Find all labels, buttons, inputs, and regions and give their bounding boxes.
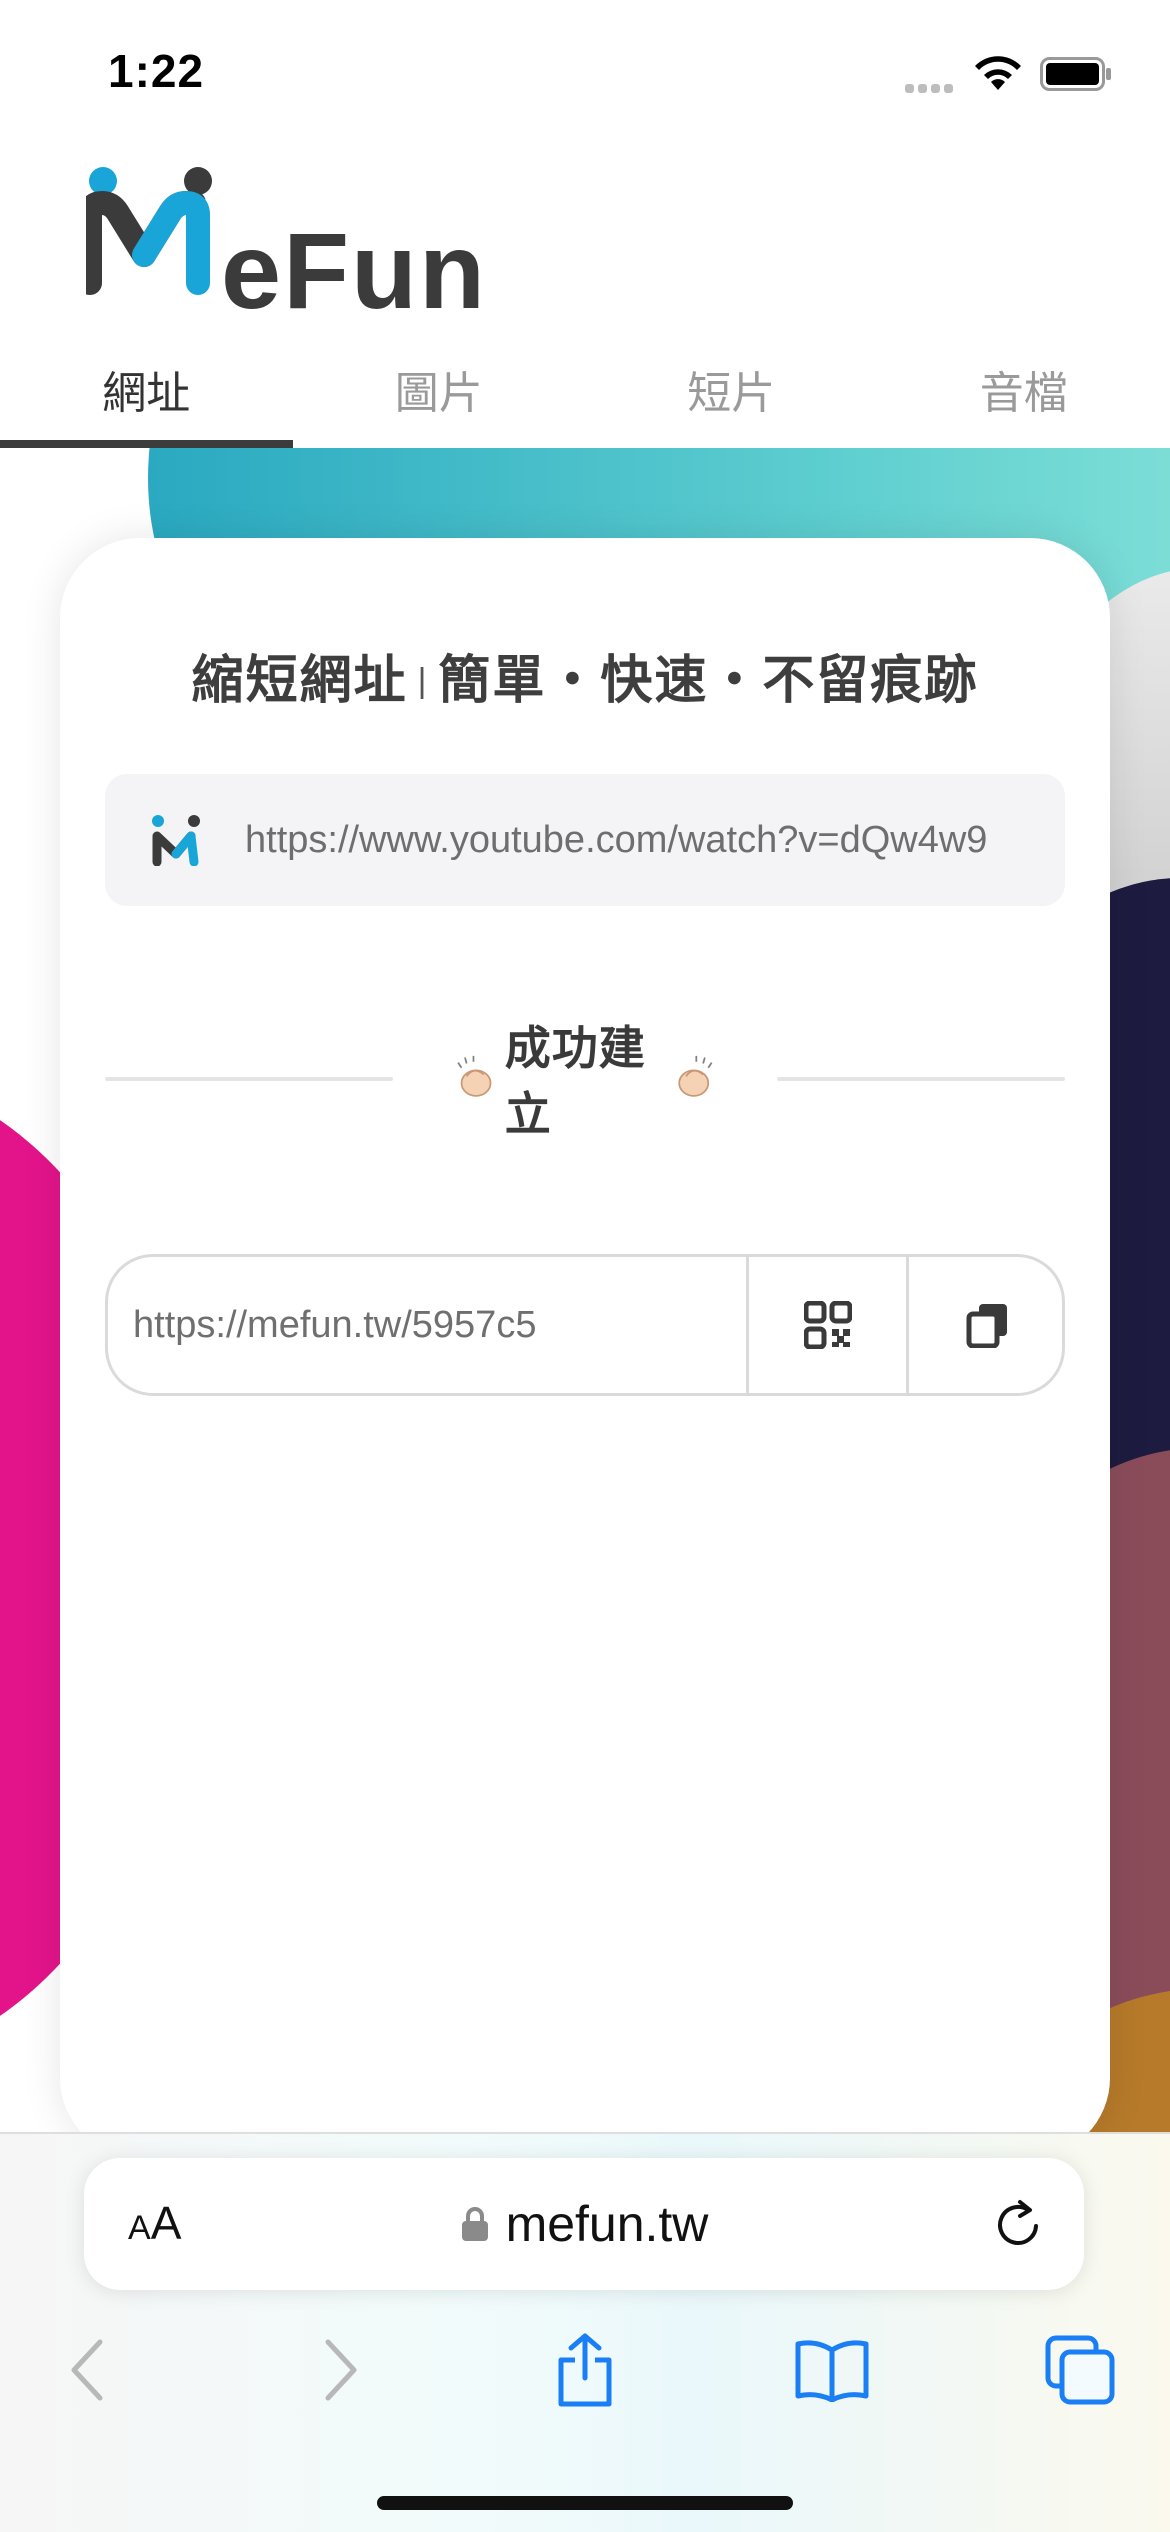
- address-bar[interactable]: AA mefun.tw: [84, 2158, 1084, 2290]
- divider-line-left: [105, 1077, 393, 1081]
- cellular-signal-icon: [905, 80, 959, 93]
- clapping-hands-icon: [678, 1055, 713, 1097]
- divider-line-right: [777, 1077, 1065, 1081]
- qr-code-icon: [803, 1301, 852, 1349]
- domain-text: mefun.tw: [505, 2196, 709, 2252]
- forward-button[interactable]: [290, 2320, 390, 2420]
- success-divider: 成功建立: [105, 1022, 1065, 1140]
- success-label: 成功建立: [504, 1022, 646, 1140]
- bookmarks-icon: [795, 2340, 869, 2402]
- tab-audio[interactable]: 音檔: [878, 330, 1170, 448]
- tabs-button[interactable]: [1030, 2320, 1130, 2420]
- bookmarks-button[interactable]: [782, 2320, 882, 2420]
- reload-icon[interactable]: [990, 2196, 1046, 2252]
- tabs-icon: [1045, 2335, 1115, 2405]
- short-url-result: https://mefun.tw/5957c5: [105, 1254, 1065, 1396]
- category-tabs: 網址 圖片 短片 音檔: [0, 330, 1170, 448]
- share-button[interactable]: [535, 2320, 635, 2420]
- tab-image[interactable]: 圖片: [293, 330, 586, 448]
- clapping-hands-icon: [457, 1055, 492, 1097]
- tab-url[interactable]: 網址: [0, 330, 293, 448]
- card-title-main: 縮短網址: [191, 652, 408, 710]
- mefun-small-logo-icon: [152, 815, 200, 866]
- wifi-icon: [975, 56, 1021, 90]
- safari-bottom-bar: AA mefun.tw: [0, 2132, 1170, 2532]
- short-url-text[interactable]: https://mefun.tw/5957c5: [133, 1257, 536, 1393]
- tab-video[interactable]: 短片: [585, 330, 878, 448]
- card-title-tagline: 簡單・快速・不留痕跡: [438, 652, 979, 710]
- logo-text: eFun: [221, 210, 487, 331]
- address-domain: mefun.tw: [84, 2158, 1084, 2290]
- mefun-logo-mark: [78, 167, 212, 295]
- shortener-card: 縮短網址|簡單・快速・不留痕跡 成功建立 htt: [60, 538, 1110, 2158]
- copy-button[interactable]: [906, 1257, 1062, 1393]
- status-bar: 1:22: [0, 0, 1170, 140]
- back-button[interactable]: [38, 2320, 138, 2420]
- status-time: 1:22: [108, 45, 205, 97]
- safari-toolbar: [0, 2320, 1170, 2420]
- share-icon: [558, 2333, 612, 2407]
- card-title: 縮短網址 | 簡單・快速・不留痕跡: [60, 638, 1110, 713]
- mefun-logo[interactable]: eFun: [78, 165, 485, 325]
- site-header: eFun: [0, 140, 1170, 330]
- copy-icon: [966, 1304, 1007, 1348]
- lock-icon: [461, 2207, 488, 2241]
- forward-icon: [325, 2339, 357, 2401]
- long-url-input[interactable]: [245, 774, 1035, 906]
- qr-code-button[interactable]: [746, 1257, 906, 1393]
- card-title-separator: |: [417, 662, 429, 700]
- battery-icon: [1040, 57, 1111, 91]
- url-input-container: [105, 774, 1065, 906]
- home-indicator: [377, 2496, 793, 2510]
- back-icon: [71, 2339, 103, 2401]
- success-message: 成功建立: [453, 1022, 717, 1140]
